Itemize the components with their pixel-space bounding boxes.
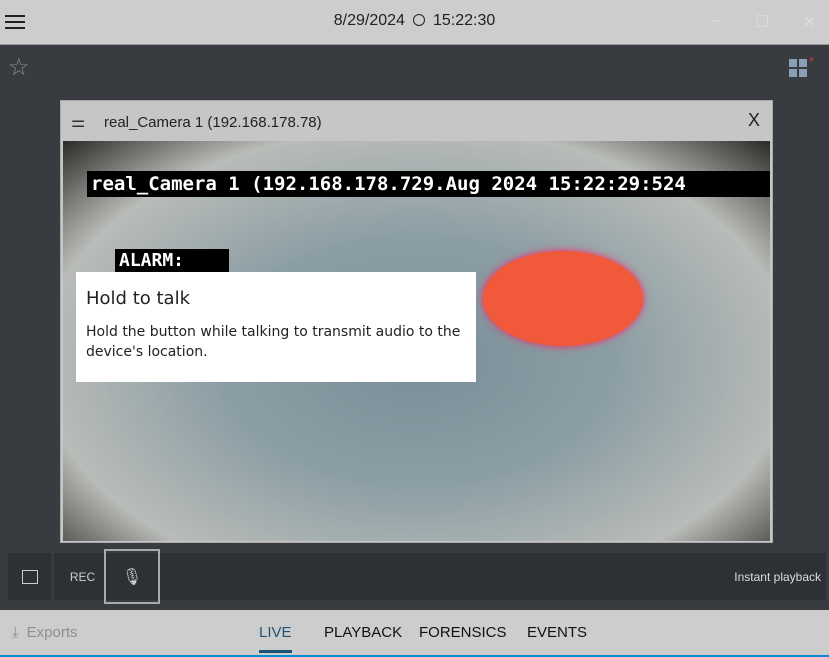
camera-header: ⚌ real_Camera 1 (192.168.178.78) X — [61, 101, 772, 141]
instant-playback-button[interactable]: Instant playback — [734, 553, 821, 600]
hold-to-talk-tooltip: Hold to talk Hold the button while talki… — [76, 272, 476, 382]
close-window-button[interactable]: ✕ — [803, 12, 816, 32]
date: 8/29/2024 — [333, 12, 405, 29]
clock-icon — [412, 14, 425, 26]
record-button[interactable]: REC — [60, 553, 105, 600]
download-icon: ⤓ — [12, 624, 19, 641]
tab-playback[interactable]: PLAYBACK — [324, 624, 402, 641]
camera-title: real_Camera 1 (192.168.178.78) — [104, 114, 322, 131]
title-bar: 8/29/2024 15:22:30 – ☐ ✕ — [0, 0, 829, 45]
tooltip-title: Hold to talk — [86, 288, 191, 309]
minimize-button[interactable]: – — [712, 12, 721, 30]
date-time: 8/29/2024 15:22:30 — [0, 12, 829, 30]
microphone-icon: 🎙 — [121, 568, 143, 586]
osd-camera-timestamp: real_Camera 1 (192.168.178.729.Aug 2024 … — [87, 171, 770, 197]
tab-live[interactable]: LIVE — [259, 624, 292, 653]
camera-close-button[interactable]: X — [748, 110, 760, 131]
tab-events[interactable]: EVENTS — [527, 624, 587, 641]
fullscreen-button[interactable] — [8, 553, 54, 600]
maximize-button[interactable]: ☐ — [755, 12, 769, 32]
camera-settings-icon[interactable]: ⚌ — [71, 112, 85, 132]
favorite-star-icon[interactable]: ☆ — [8, 53, 30, 82]
tab-forensics[interactable]: FORENSICS — [419, 624, 507, 641]
modified-indicator-icon: * — [809, 54, 815, 69]
exports-label: Exports — [26, 624, 78, 641]
time: 15:22:30 — [432, 12, 496, 29]
osd-alarm: ALARM: — [115, 249, 229, 273]
hold-to-talk-button[interactable]: 🎙 — [104, 549, 160, 604]
video-red-object — [483, 251, 643, 346]
bottom-navigation: ⤓ Exports LIVE PLAYBACK FORENSICS EVENTS — [0, 610, 829, 657]
camera-control-bar: REC 🎙 Instant playback — [8, 549, 826, 604]
exports-button[interactable]: ⤓ Exports — [12, 624, 78, 641]
tooltip-body: Hold the button while talking to transmi… — [86, 324, 461, 360]
layout-grid-icon[interactable] — [789, 59, 809, 77]
fullscreen-icon — [21, 569, 38, 584]
